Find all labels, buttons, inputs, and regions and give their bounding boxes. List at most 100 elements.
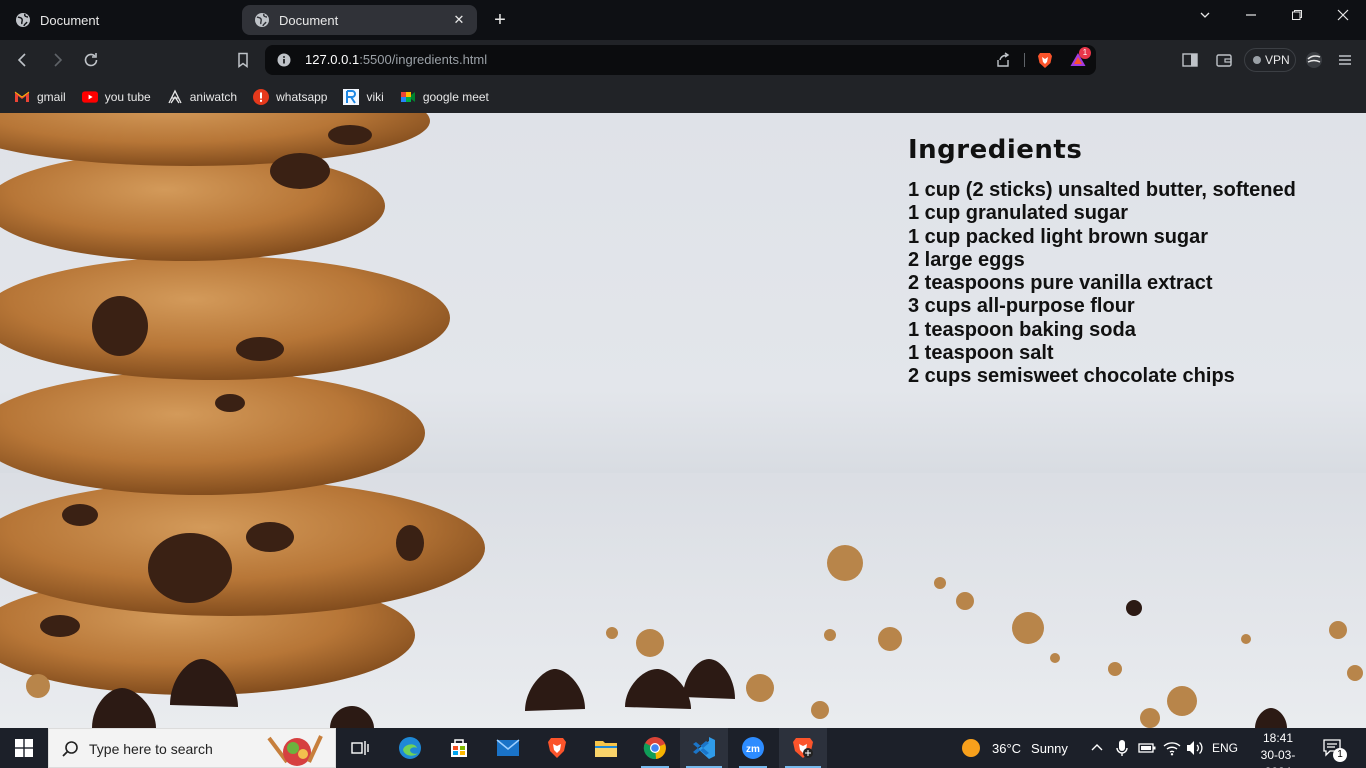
list-item: 1 teaspoon baking soda xyxy=(908,318,1136,341)
folder-icon xyxy=(595,741,617,757)
page-title: Ingredients xyxy=(908,135,1083,165)
sun-icon xyxy=(962,739,980,757)
weather-temp: 36°C xyxy=(992,740,1022,756)
bookmark-label: gmail xyxy=(37,89,66,104)
chrome-icon xyxy=(643,737,666,760)
tab-strip: Document Document ✕ + xyxy=(0,0,1366,40)
close-window-button[interactable] xyxy=(1320,0,1366,30)
url-host: 127.0.0.1 xyxy=(305,52,360,67)
chevron-down-icon xyxy=(1200,12,1210,18)
tab-search-button[interactable] xyxy=(1182,0,1228,30)
bookmark-google-meet[interactable]: google meet xyxy=(400,89,489,105)
bookmark-youtube[interactable]: you tube xyxy=(81,89,151,105)
hidden-icons-button[interactable] xyxy=(1090,728,1104,768)
windows-icon xyxy=(15,739,33,757)
globe-icon xyxy=(255,13,269,27)
ingredients-panel: Ingredients 1 cup (2 sticks) unsalted bu… xyxy=(908,135,1348,389)
microphone-status[interactable] xyxy=(1115,728,1129,768)
store-icon xyxy=(451,739,467,757)
restore-button[interactable] xyxy=(1274,0,1320,30)
taskbar-file-explorer[interactable] xyxy=(582,728,630,768)
separator xyxy=(1024,53,1025,67)
taskbar-mail[interactable] xyxy=(484,728,532,768)
minimize-button[interactable] xyxy=(1228,0,1274,30)
notifications-button[interactable]: 1 xyxy=(1322,728,1347,768)
taskbar-brave-active[interactable] xyxy=(779,728,827,768)
taskbar-zoom[interactable]: zm xyxy=(729,728,777,768)
back-button[interactable] xyxy=(13,50,33,70)
profile-avatar-icon[interactable] xyxy=(1305,51,1323,69)
list-item: 2 cups semisweet chocolate chips xyxy=(908,365,1235,388)
whatsapp-icon xyxy=(253,88,270,105)
brave-icon xyxy=(548,738,566,758)
bookmark-label: viki xyxy=(366,89,384,104)
youtube-icon xyxy=(81,89,98,105)
close-tab-icon[interactable]: ✕ xyxy=(451,12,467,28)
weather-widget[interactable]: 36°C Sunny xyxy=(960,728,1068,768)
google-meet-icon xyxy=(400,89,416,105)
globe-icon xyxy=(16,13,30,27)
sidebar-icon[interactable] xyxy=(1181,51,1199,69)
weather-condition: Sunny xyxy=(1031,740,1068,756)
task-view-button[interactable] xyxy=(336,728,384,768)
list-item: 1 cup (2 sticks) unsalted butter, soften… xyxy=(908,179,1296,201)
battery-icon xyxy=(1138,743,1156,753)
list-item: 3 cups all-purpose flour xyxy=(908,295,1135,318)
reload-button[interactable] xyxy=(81,50,101,70)
search-highlight-illustration xyxy=(267,735,323,766)
battery-status[interactable] xyxy=(1138,728,1156,768)
new-tab-button[interactable]: + xyxy=(489,9,511,31)
wifi-status[interactable] xyxy=(1163,728,1181,768)
aniwatch-icon xyxy=(167,89,183,105)
vscode-icon xyxy=(693,737,715,759)
forward-button[interactable] xyxy=(47,50,67,70)
wifi-icon xyxy=(1163,742,1181,756)
taskbar-chrome[interactable] xyxy=(631,728,679,768)
search-placeholder: Type here to search xyxy=(89,741,213,757)
close-icon xyxy=(1337,9,1349,21)
bookmarks-bar: gmail you tube aniwatch whatsapp viki go… xyxy=(0,80,1366,113)
taskbar-vscode[interactable] xyxy=(680,728,728,768)
url-path: :5500/ingredients.html xyxy=(359,52,488,67)
volume-status[interactable] xyxy=(1186,728,1204,768)
tab-document-2[interactable]: Document ✕ xyxy=(242,5,477,35)
taskbar-store[interactable] xyxy=(435,728,483,768)
bookmark-label: you tube xyxy=(104,89,151,104)
bookmark-aniwatch[interactable]: aniwatch xyxy=(167,89,237,105)
bookmark-button[interactable] xyxy=(233,50,253,70)
clock-time: 18:41 xyxy=(1262,731,1294,745)
tab-title: Document xyxy=(40,12,100,28)
page-content: Ingredients 1 cup (2 sticks) unsalted bu… xyxy=(0,113,1366,728)
share-icon[interactable] xyxy=(995,52,1011,68)
arrow-right-icon xyxy=(54,53,63,67)
arrow-left-icon xyxy=(17,53,26,67)
taskbar-brave[interactable] xyxy=(533,728,581,768)
bookmark-gmail[interactable]: gmail xyxy=(14,89,66,105)
viki-icon xyxy=(343,88,360,105)
search-icon xyxy=(62,741,78,757)
taskbar-edge[interactable] xyxy=(386,728,434,768)
vpn-button[interactable]: VPN xyxy=(1244,48,1296,72)
rewards-badge: 1 xyxy=(1079,47,1091,59)
taskbar-search-box[interactable]: Type here to search xyxy=(48,728,336,768)
system-clock[interactable]: 18:41 30-03-2024 xyxy=(1248,730,1308,768)
taskbar: Type here to search zm 36°C Sunny ENG 18… xyxy=(0,728,1366,768)
brave-shields-icon[interactable] xyxy=(1036,51,1054,69)
start-button[interactable] xyxy=(0,728,48,768)
bookmark-label: aniwatch xyxy=(189,89,238,104)
speaker-icon xyxy=(1187,741,1203,755)
url-text[interactable]: 127.0.0.1:5500/ingredients.html xyxy=(305,52,487,67)
bookmark-label: whatsapp xyxy=(276,89,328,104)
bookmark-whatsapp[interactable]: whatsapp xyxy=(253,88,328,105)
tab-document-1[interactable]: Document xyxy=(3,5,239,35)
menu-icon[interactable] xyxy=(1336,51,1354,69)
wallet-icon[interactable] xyxy=(1215,51,1233,69)
info-icon[interactable] xyxy=(277,53,291,67)
tab-title: Document xyxy=(279,12,339,28)
task-view-icon xyxy=(351,741,369,755)
bookmark-viki[interactable]: viki xyxy=(343,88,384,105)
list-item: 1 teaspoon salt xyxy=(908,342,1054,365)
notification-count-badge: 1 xyxy=(1333,748,1347,762)
address-bar[interactable]: 127.0.0.1:5500/ingredients.html 1 xyxy=(265,45,1096,75)
language-indicator[interactable]: ENG xyxy=(1212,728,1238,768)
